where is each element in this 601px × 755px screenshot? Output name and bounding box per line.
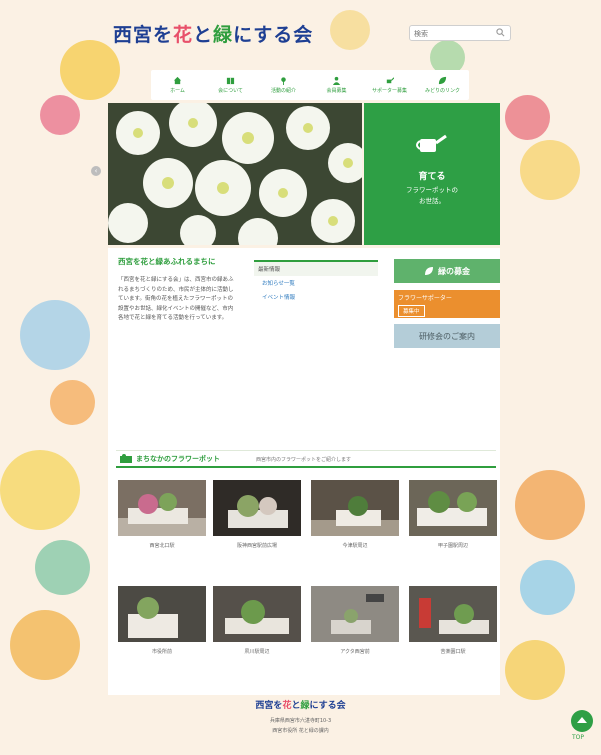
title-part1: 西宮を [113,24,174,46]
home-icon [173,76,182,85]
nav-item-links[interactable]: みどりのリンク [416,70,469,100]
watering-can-icon [386,77,394,84]
gallery-item[interactable]: アクタ西宮前 [311,586,399,655]
fund-label: 緑の募金 [438,266,470,276]
flower-icon [281,77,286,85]
hero-sub-line1: フラワーポットの [406,186,458,194]
training-info-button[interactable]: 研修会のご案内 [394,324,500,348]
nav-item-about[interactable]: 会について [204,70,257,100]
slider-prev-button[interactable]: ‹ [91,166,101,176]
news-heading: 最新情報 [254,260,378,276]
leaf-icon [438,76,447,85]
footer-title-part1: 西宮を [255,701,283,711]
photo-flowerpot [311,496,399,536]
news-box: 最新情報 お知らせ一覧 イベント情報 [254,260,378,304]
nav-item-activities[interactable]: 活動の紹介 [257,70,310,100]
section-note: 西宮市内のフラワーポットをご紹介します [256,457,352,463]
hero-image [108,103,362,245]
intro-text: 「西宮を花と緑にする会」は、西宮市の緑あふれるまちづくりのため、市民が主体的に活… [118,277,234,322]
page-top-button[interactable] [571,710,593,732]
nav-item-supporters[interactable]: サポーター募集 [363,70,416,100]
section-title: まちなかのフラワーポット [136,455,220,463]
gallery-photo [213,586,301,642]
nav-label: ホーム [170,88,185,94]
gallery-caption: アクタ西宮前 [340,649,370,655]
gallery-photo [213,480,301,536]
footer-office: 西宮市役所 花と緑の課内 [272,728,329,734]
gallery-item[interactable]: 夙川駅周辺 [213,586,301,655]
photo-flowerpot [417,491,487,526]
nav-label: 活動の紹介 [270,88,296,94]
gallery-caption: 苦楽園口駅 [440,649,466,655]
title-part2: と [193,24,214,46]
title-hana: 花 [173,24,194,46]
leaf-icon [425,267,433,275]
book-icon [226,77,235,85]
photo-flowerpot [225,600,289,634]
gallery-caption: 西宮北口駅 [149,543,175,549]
photo-flowerpot [128,597,178,638]
site-logo[interactable]: 西宮を花と緑にする会 [113,20,313,47]
nav-label: みどりのリンク [424,88,460,94]
supporter-line1: フラワーサポーター [398,295,452,302]
hero-sub-line2: お世話。 [419,197,445,205]
search-icon[interactable] [496,28,505,37]
photo-flowerpot [118,493,206,536]
nav-item-members[interactable]: 会員募集 [310,70,363,100]
gallery-photo [409,586,497,642]
arrow-up-icon [577,717,587,723]
photo-flowerpot [228,495,288,528]
petunia-photo [108,103,362,245]
supporter-banner[interactable]: フラワーサポーター 募集中 [394,290,500,318]
hero-subtitle: フラワーポットの お世話。 [364,185,500,207]
footer-address: 兵庫県西宮市六湛寺町10-3 [269,718,332,724]
gallery-photo [118,480,206,536]
gallery-item[interactable]: 甲子園駅周辺 [409,480,497,549]
gallery-photo [311,586,399,642]
nav-label: サポーター募集 [371,88,407,94]
footer-title-part3: にする会 [309,701,346,711]
pot-icon [120,454,132,463]
page-top-label[interactable]: TOP [572,734,584,741]
gallery-caption: 市役所前 [151,649,172,655]
nav-item-home[interactable]: ホーム [151,70,204,100]
gallery-photo [409,480,497,536]
news-item[interactable]: イベント情報 [254,290,378,304]
hero-panel[interactable]: 育てる フラワーポットの お世話。 [364,103,500,245]
gallery-item[interactable]: 阪神西宮駅前広場 [213,480,301,549]
photo-flowerpot [331,594,384,634]
gallery-photo [311,480,399,536]
gallery-item[interactable]: 今津駅周辺 [311,480,399,549]
green-fund-button[interactable]: 緑の募金 [394,259,500,283]
gallery-item[interactable]: 西宮北口駅 [118,480,206,549]
hero-headline: 育てる [418,172,446,182]
main-content: 西宮を花と緑あふれるまちに 「西宮を花と緑にする会」は、西宮市の緑あふれるまちづ… [108,248,500,695]
gallery-caption: 今津駅周辺 [342,543,368,549]
footer-logo[interactable]: 西宮を花と緑にする会 [0,698,601,711]
gallery-item[interactable]: 苦楽園口駅 [409,586,497,655]
gallery-photo [118,586,206,642]
nav-label: 会員募集 [326,88,347,94]
gallery-item[interactable]: 市役所前 [118,586,206,655]
photo-flowerpot [419,598,489,634]
gallery-caption: 夙川駅周辺 [244,649,270,655]
intro-title: 西宮を花と緑あふれるまちに [118,257,216,266]
people-icon [332,76,341,85]
title-part3: にする会 [233,24,314,46]
section-header: まちなかのフラワーポット 西宮市内のフラワーポットをご紹介します [116,450,496,468]
nav-label: 会について [218,88,243,94]
gallery-caption: 甲子園駅周辺 [437,543,468,549]
main-nav: ホーム 会について 活動の紹介 会員募集 サポーター募集 みどりのリンク [151,70,469,100]
watering-can-icon [416,134,447,152]
news-item[interactable]: お知らせ一覧 [254,276,378,290]
title-midori: 緑 [213,24,234,46]
gallery-caption: 阪神西宮駅前広場 [236,543,277,549]
supporter-line2: 募集中 [398,305,425,317]
